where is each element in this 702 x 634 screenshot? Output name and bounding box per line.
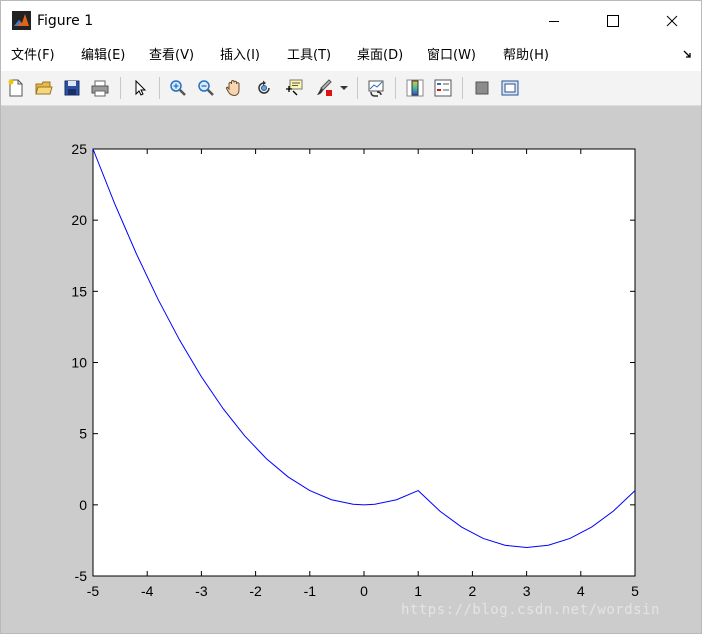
title-bar[interactable]: Figure 1 <box>1 1 701 41</box>
x-tick-label: 5 <box>631 583 639 599</box>
close-button[interactable] <box>649 1 695 41</box>
close-icon <box>666 15 678 27</box>
y-tick-label: -5 <box>75 568 88 584</box>
y-tick-label: 25 <box>71 141 87 157</box>
pan-hand-icon[interactable] <box>223 77 245 99</box>
print-icon[interactable] <box>89 77 111 99</box>
menu-bar: 文件(F) 编辑(E) 查看(V) 插入(I) 工具(T) 桌面(D) 窗口(W… <box>1 41 701 71</box>
x-tick-label: 4 <box>577 583 585 599</box>
axes-box <box>92 148 636 577</box>
menu-help[interactable]: 帮助(H) <box>503 47 549 65</box>
x-tick-label: 0 <box>360 583 368 599</box>
dock-arrow-icon[interactable] <box>683 49 693 62</box>
axes-plot[interactable]: -5 -4 -3 -2 -1 0 1 2 3 4 5 -5 0 5 10 15 20 25 <box>1 106 701 633</box>
open-file-icon[interactable] <box>33 77 55 99</box>
figure-window: Figure 1 文件(F) 编辑(E) 查看(V) 插入(I) 工具(T) 桌… <box>0 0 702 634</box>
new-figure-icon[interactable] <box>5 77 27 99</box>
menu-insert[interactable]: 插入(I) <box>220 47 260 65</box>
menu-window[interactable]: 窗口(W) <box>427 47 476 65</box>
watermark-text: https://blog.csdn.net/wordsin <box>401 602 660 618</box>
matlab-logo-icon <box>12 11 31 30</box>
toolbar-separator <box>462 77 463 99</box>
figure-canvas[interactable]: -5 -4 -3 -2 -1 0 1 2 3 4 5 -5 0 5 10 15 20 25 https://blo… <box>1 106 701 633</box>
x-tick-label: -2 <box>249 583 262 599</box>
toolbar-separator <box>395 77 396 99</box>
link-plot-icon[interactable] <box>365 77 387 99</box>
select-arrow-icon[interactable] <box>129 77 151 99</box>
y-tick-label: 20 <box>71 212 87 228</box>
menu-tools[interactable]: 工具(T) <box>287 47 331 65</box>
zoom-out-icon[interactable] <box>195 77 217 99</box>
y-tick-label: 10 <box>71 355 87 371</box>
colorbar-icon[interactable] <box>404 77 426 99</box>
toolbar-separator <box>159 77 160 99</box>
rotate-3d-icon[interactable] <box>253 77 275 99</box>
zoom-in-icon[interactable] <box>167 77 189 99</box>
x-tick-label: -5 <box>87 583 100 599</box>
minimize-icon <box>548 15 560 27</box>
brush-dropdown-icon[interactable] <box>337 77 351 99</box>
x-tick-label: 2 <box>469 583 477 599</box>
y-tick-label: 15 <box>71 283 87 299</box>
x-tick-label: -1 <box>304 583 317 599</box>
save-icon[interactable] <box>61 77 83 99</box>
hide-plot-tools-icon[interactable] <box>471 77 493 99</box>
x-tick-label: -4 <box>141 583 154 599</box>
window-title: Figure 1 <box>37 13 94 29</box>
show-plot-tools-icon[interactable] <box>499 77 521 99</box>
toolbar-separator <box>120 77 121 99</box>
data-cursor-icon[interactable] <box>283 77 305 99</box>
x-tick-label: -3 <box>195 583 208 599</box>
toolbar-separator <box>357 77 358 99</box>
menu-view[interactable]: 查看(V) <box>149 47 194 65</box>
menu-file[interactable]: 文件(F) <box>11 47 55 65</box>
y-tick-label: 5 <box>79 426 87 442</box>
minimize-button[interactable] <box>531 1 577 41</box>
y-tick-label: 0 <box>79 497 87 513</box>
x-tick-label: 1 <box>414 583 422 599</box>
figure-toolbar <box>1 71 701 106</box>
x-tick-label: 3 <box>523 583 531 599</box>
brush-icon[interactable] <box>313 77 335 99</box>
maximize-icon <box>607 15 619 27</box>
legend-icon[interactable] <box>432 77 454 99</box>
maximize-button[interactable] <box>590 1 636 41</box>
menu-edit[interactable]: 编辑(E) <box>81 47 125 65</box>
menu-desktop[interactable]: 桌面(D) <box>357 47 403 65</box>
